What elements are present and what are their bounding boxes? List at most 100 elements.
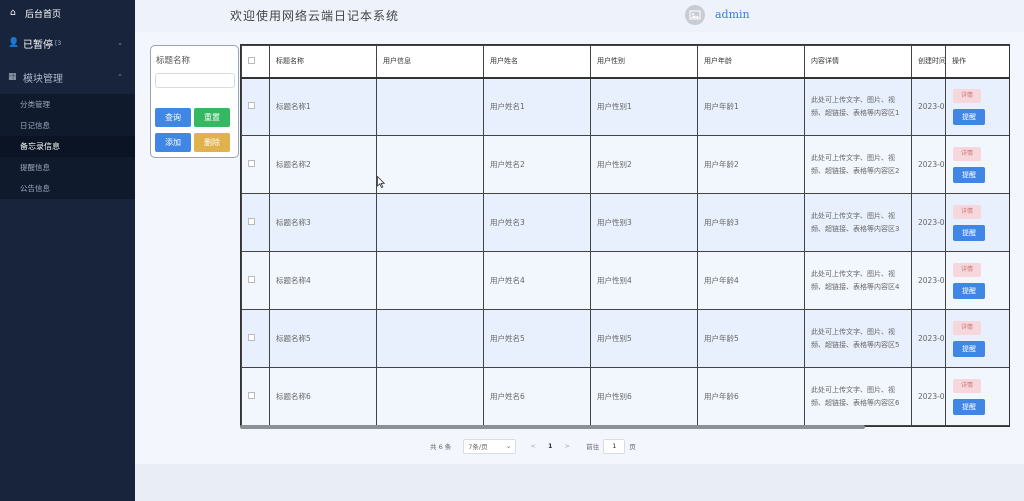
- cell-title: 标题名称5: [269, 309, 377, 368]
- sidebar-item-memo[interactable]: 备忘录信息: [0, 136, 135, 157]
- user-icon: 👤: [8, 38, 20, 48]
- remind-button[interactable]: 提醒: [953, 224, 985, 241]
- page-size-select[interactable]: 7条/页 ⌄: [463, 438, 517, 454]
- row-select-cell: [241, 309, 270, 368]
- cell-info: [376, 309, 484, 368]
- cell-created: 2023-0: [911, 309, 946, 368]
- search-label: 标题名称: [156, 56, 191, 66]
- view-detail-button[interactable]: 详情: [953, 320, 981, 335]
- page-unit-label: 页: [629, 443, 636, 451]
- delete-button[interactable]: 删除: [194, 133, 230, 152]
- remind-button[interactable]: 提醒: [953, 166, 985, 183]
- column-header: 用户性别: [590, 45, 698, 79]
- view-detail-button[interactable]: 详情: [953, 378, 981, 393]
- query-button[interactable]: 查询: [155, 108, 191, 127]
- view-detail-button[interactable]: 详情: [953, 262, 981, 277]
- row-select-cell: [241, 251, 270, 310]
- remind-button[interactable]: 提醒: [953, 398, 985, 415]
- cell-gender: 用户性别2: [590, 135, 698, 194]
- view-detail-button[interactable]: 详情: [953, 146, 981, 161]
- avatar[interactable]: [685, 5, 705, 25]
- cell-title: 标题名称2: [269, 135, 377, 194]
- column-header: 用户姓名: [483, 45, 591, 79]
- view-detail-button[interactable]: 详情: [953, 88, 981, 103]
- sidebar-submenu: 分类管理 日记信息 备忘录信息 提醒信息 公告信息: [0, 94, 135, 199]
- table-row[interactable]: 标题名称5 用户姓名5 用户性别5 用户年龄5 此处可上传文字、图片、视频、超链接、表格…: [241, 309, 1009, 368]
- horizontal-scrollbar[interactable]: [240, 425, 865, 429]
- cell-name: 用户姓名2: [483, 135, 591, 194]
- goto-page-input[interactable]: 1: [603, 438, 626, 454]
- grid-icon: ▦: [8, 72, 17, 82]
- row-checkbox[interactable]: [248, 102, 255, 110]
- column-header: 操作: [945, 45, 1009, 79]
- table-row[interactable]: 标题名称2 用户姓名2 用户性别2 用户年龄2 此处可上传文字、图片、视频、超链接、表格…: [241, 135, 1009, 194]
- table-row[interactable]: 标题名称4 用户姓名4 用户性别4 用户年龄4 此处可上传文字、图片、视频、超链接、表格…: [241, 251, 1009, 310]
- row-select-cell: [241, 135, 270, 194]
- sidebar-item-diary[interactable]: 日记信息: [0, 115, 135, 136]
- cell-name: 用户姓名6: [483, 367, 591, 426]
- cell-age: 用户年龄5: [697, 309, 805, 368]
- operations-cell: 详情 提醒: [945, 309, 1009, 368]
- sidebar-group-user-label: 已暂停: [23, 39, 53, 51]
- cell-age: 用户年龄1: [697, 77, 805, 136]
- cell-age: 用户年龄4: [697, 251, 805, 310]
- page-number-current[interactable]: 1: [540, 439, 560, 454]
- cell-info: [376, 77, 484, 136]
- chevron-down-icon: ⌄: [505, 442, 512, 450]
- sidebar-group-user[interactable]: 👤 已暂停 [3 ⌄: [0, 26, 135, 60]
- cell-age: 用户年龄6: [697, 367, 805, 426]
- remind-button[interactable]: 提醒: [953, 282, 985, 299]
- data-table: 标题名称 用户信息 用户姓名 用户性别 用户年龄 内容详情 创建时间 操作 标题…: [240, 44, 1010, 427]
- sidebar-group-modules[interactable]: ▦ 模块管理 ⌃: [0, 60, 135, 94]
- cell-created: 2023-0: [911, 77, 946, 136]
- title-search-input[interactable]: [155, 73, 235, 88]
- cell-title: 标题名称3: [269, 193, 377, 252]
- row-checkbox[interactable]: [248, 392, 255, 399]
- cell-info: [376, 251, 484, 310]
- add-button[interactable]: 添加: [155, 133, 191, 152]
- row-checkbox[interactable]: [248, 160, 255, 167]
- row-checkbox[interactable]: [248, 218, 255, 225]
- cell-gender: 用户性别3: [590, 193, 698, 252]
- sidebar-item-label: 提醒信息: [20, 163, 50, 172]
- cell-title: 标题名称6: [269, 367, 377, 426]
- mouse-cursor-icon: [377, 176, 385, 188]
- operations-cell: 详情 提醒: [945, 77, 1009, 136]
- view-detail-button[interactable]: 详情: [953, 204, 981, 219]
- row-select-cell: [241, 367, 270, 426]
- cell-detail: 此处可上传文字、图片、视频、超链接、表格等内容区3: [804, 193, 912, 252]
- page-title: 欢迎使用网络云端日记本系统: [230, 9, 400, 23]
- remind-button[interactable]: 提醒: [953, 108, 985, 125]
- remind-button[interactable]: 提醒: [953, 340, 985, 357]
- table-row[interactable]: 标题名称6 用户姓名6 用户性别6 用户年龄6 此处可上传文字、图片、视频、超链接、表格…: [241, 367, 1009, 426]
- username[interactable]: admin: [715, 8, 750, 21]
- select-all-checkbox[interactable]: [248, 56, 255, 64]
- sidebar-item-notice[interactable]: 公告信息: [0, 178, 135, 199]
- column-header: 内容详情: [804, 45, 912, 79]
- image-icon: [689, 10, 701, 20]
- reset-button[interactable]: 重置: [194, 108, 230, 127]
- sidebar-item-label: 备忘录信息: [20, 142, 60, 151]
- sidebar-item-label: 日记信息: [20, 121, 50, 130]
- cell-detail: 此处可上传文字、图片、视频、超链接、表格等内容区2: [804, 135, 912, 194]
- select-all-cell: [241, 45, 270, 79]
- home-icon: ⌂: [10, 8, 16, 18]
- sidebar: ⌂ 后台首页 👤 已暂停 [3 ⌄ ▦ 模块管理 ⌃ 分类管理 日记信息 备忘录…: [0, 0, 135, 501]
- cell-age: 用户年龄3: [697, 193, 805, 252]
- table-row[interactable]: 标题名称3 用户姓名3 用户性别3 用户年龄3 此处可上传文字、图片、视频、超链接、表格…: [241, 193, 1009, 252]
- row-checkbox[interactable]: [248, 276, 255, 283]
- sidebar-item-home[interactable]: ⌂ 后台首页: [0, 0, 135, 26]
- cell-gender: 用户性别1: [590, 77, 698, 136]
- prev-page-button[interactable]: <: [526, 442, 540, 450]
- cell-title: 标题名称1: [269, 77, 377, 136]
- sidebar-item-reminder[interactable]: 提醒信息: [0, 157, 135, 178]
- row-select-cell: [241, 193, 270, 252]
- next-page-button[interactable]: >: [560, 442, 574, 450]
- row-select-cell: [241, 77, 270, 136]
- sidebar-item-category[interactable]: 分类管理: [0, 94, 135, 115]
- cell-gender: 用户性别4: [590, 251, 698, 310]
- cell-info: [376, 367, 484, 426]
- row-checkbox[interactable]: [248, 334, 255, 341]
- cell-age: 用户年龄2: [697, 135, 805, 194]
- table-row[interactable]: 标题名称1 用户姓名1 用户性别1 用户年龄1 此处可上传文字、图片、视频、超链接、表格…: [241, 77, 1009, 136]
